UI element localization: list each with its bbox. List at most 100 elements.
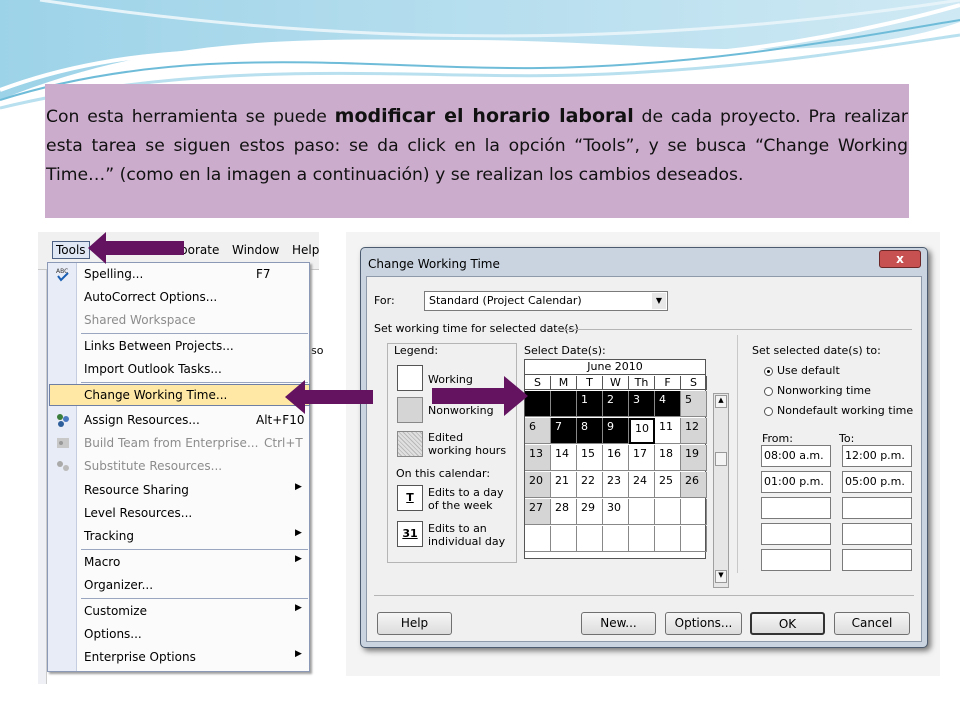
- menu-item-resource-sharing[interactable]: Resource Sharing ▶: [49, 479, 310, 501]
- calendar-day-cell[interactable]: [525, 526, 551, 552]
- calendar-day-cell[interactable]: [629, 526, 655, 552]
- menu-item-links-between-projects[interactable]: Links Between Projects...: [49, 335, 310, 357]
- scroll-down-icon[interactable]: ▼: [715, 570, 727, 583]
- calendar-day-cell[interactable]: 14: [551, 445, 577, 471]
- calendar-day-cell[interactable]: [681, 499, 707, 525]
- calendar-day-cell[interactable]: 12: [681, 418, 707, 444]
- new-button[interactable]: New...: [581, 612, 656, 635]
- calendar-day-cell[interactable]: 21: [551, 472, 577, 498]
- menu-item-macro[interactable]: Macro ▶: [49, 551, 310, 573]
- menu-item-customize[interactable]: Customize ▶: [49, 600, 310, 622]
- for-calendar-select[interactable]: Standard (Project Calendar) ▼: [424, 291, 668, 311]
- help-button[interactable]: Help: [377, 612, 452, 635]
- from-time-field[interactable]: [761, 523, 831, 545]
- menu-window[interactable]: Window: [232, 243, 279, 257]
- calendar-day-cell[interactable]: 3: [629, 391, 655, 417]
- calendar-day-cell[interactable]: 18: [655, 445, 681, 471]
- group-divider: [557, 329, 912, 330]
- use-default-radio[interactable]: [764, 367, 773, 376]
- calendar-day-of-week-header: W: [603, 376, 629, 390]
- calendar-day-cell[interactable]: [551, 526, 577, 552]
- calendar-day-cell[interactable]: 29: [577, 499, 603, 525]
- calendar-day-cell[interactable]: 17: [629, 445, 655, 471]
- calendar-day-of-week-header: S: [681, 376, 707, 390]
- calendar-day-cell[interactable]: 26: [681, 472, 707, 498]
- calendar-day-cell[interactable]: 5: [681, 391, 707, 417]
- menu-item-level-resources[interactable]: Level Resources...: [49, 502, 310, 524]
- options-button[interactable]: Options...: [665, 612, 742, 635]
- calendar-day-cell[interactable]: 16: [603, 445, 629, 471]
- calendar-day-cell[interactable]: 23: [603, 472, 629, 498]
- from-time-field[interactable]: 08:00 a.m.: [761, 445, 831, 467]
- change-working-time-dialog: Change Working Time x For: Standard (Pro…: [360, 247, 928, 648]
- calendar-day-cell[interactable]: 7: [551, 418, 577, 444]
- menu-item-change-working-time[interactable]: Change Working Time...: [49, 384, 310, 406]
- on-this-calendar-label: On this calendar:: [396, 467, 491, 480]
- calendar-scrollbar[interactable]: ▲ ▼: [713, 393, 729, 588]
- menu-tools[interactable]: Tools: [52, 241, 90, 259]
- menu-item-build-team[interactable]: Build Team from Enterprise... Ctrl+T: [49, 432, 310, 454]
- calendar-day-cell[interactable]: 19: [681, 445, 707, 471]
- menu-item-enterprise-options[interactable]: Enterprise Options ▶: [49, 646, 310, 668]
- calendar-day-cell[interactable]: 11: [655, 418, 681, 444]
- calendar-day-cell[interactable]: 15: [577, 445, 603, 471]
- scroll-thumb[interactable]: [715, 452, 727, 466]
- ok-button[interactable]: OK: [750, 612, 825, 635]
- calendar-day-cell[interactable]: 28: [551, 499, 577, 525]
- to-time-field[interactable]: 12:00 p.m.: [842, 445, 912, 467]
- calendar-day-cell[interactable]: [577, 526, 603, 552]
- calendar-day-cell[interactable]: 9: [603, 418, 629, 444]
- calendar-day-cell[interactable]: 20: [525, 472, 551, 498]
- close-button[interactable]: x: [879, 250, 921, 268]
- nonworking-time-radio[interactable]: [764, 387, 773, 396]
- calendar-day-cell[interactable]: 24: [629, 472, 655, 498]
- menu-item-autocorrect[interactable]: AutoCorrect Options...: [49, 286, 310, 308]
- to-time-field[interactable]: [842, 523, 912, 545]
- calendar-day-cell[interactable]: [603, 526, 629, 552]
- menu-item-label: Tracking: [84, 529, 134, 543]
- cancel-button[interactable]: Cancel: [834, 612, 910, 635]
- menu-item-tracking[interactable]: Tracking ▶: [49, 525, 310, 547]
- menu-item-import-outlook-tasks[interactable]: Import Outlook Tasks...: [49, 358, 310, 380]
- side-text: so: [311, 344, 324, 357]
- nondefault-time-label: Nondefault working time: [777, 404, 914, 417]
- calendar-day-cell[interactable]: [655, 499, 681, 525]
- menu-item-options[interactable]: Options...: [49, 623, 310, 645]
- calendar-day-cell[interactable]: 10: [629, 418, 655, 444]
- menu-item-organizer[interactable]: Organizer...: [49, 574, 310, 596]
- legend-t-glyph: T: [406, 491, 414, 504]
- legend-31-glyph: 31: [402, 527, 418, 540]
- menu-collaborate[interactable]: borate: [180, 243, 219, 257]
- menu-item-assign-resources[interactable]: Assign Resources... Alt+F10: [49, 409, 310, 431]
- calendar-day-cell[interactable]: 6: [525, 418, 551, 444]
- menu-item-substitute-resources[interactable]: Substitute Resources...: [49, 455, 310, 477]
- calendar-day-cell[interactable]: 27: [525, 499, 551, 525]
- menu-item-spelling[interactable]: ABC Spelling... F7: [49, 263, 310, 285]
- menu-help[interactable]: Help: [292, 243, 319, 257]
- menu-item-shortcut: Alt+F10: [256, 413, 305, 427]
- spelling-icon: ABC: [56, 268, 69, 282]
- to-time-field[interactable]: 05:00 p.m.: [842, 471, 912, 493]
- to-time-field[interactable]: [842, 549, 912, 571]
- from-time-field[interactable]: 01:00 p.m.: [761, 471, 831, 493]
- calendar-day-cell[interactable]: 30: [603, 499, 629, 525]
- calendar-day-cell[interactable]: 25: [655, 472, 681, 498]
- menu-item-shortcut: Ctrl+T: [264, 436, 303, 450]
- calendar-day-cell[interactable]: [629, 499, 655, 525]
- calendar-day-cell[interactable]: 22: [577, 472, 603, 498]
- menu-item-shared-workspace[interactable]: Shared Workspace: [49, 309, 310, 331]
- calendar-day-cell[interactable]: [551, 391, 577, 417]
- calendar-day-cell[interactable]: [525, 391, 551, 417]
- from-time-field[interactable]: [761, 497, 831, 519]
- calendar-day-cell[interactable]: [655, 526, 681, 552]
- calendar-day-cell[interactable]: 8: [577, 418, 603, 444]
- to-time-field[interactable]: [842, 497, 912, 519]
- scroll-up-icon[interactable]: ▲: [715, 395, 727, 408]
- calendar-day-cell[interactable]: 1: [577, 391, 603, 417]
- nondefault-time-radio[interactable]: [764, 407, 773, 416]
- calendar-day-cell[interactable]: 2: [603, 391, 629, 417]
- from-time-field[interactable]: [761, 549, 831, 571]
- calendar-day-cell[interactable]: 4: [655, 391, 681, 417]
- calendar-day-cell[interactable]: 13: [525, 445, 551, 471]
- calendar-day-cell[interactable]: [681, 526, 707, 552]
